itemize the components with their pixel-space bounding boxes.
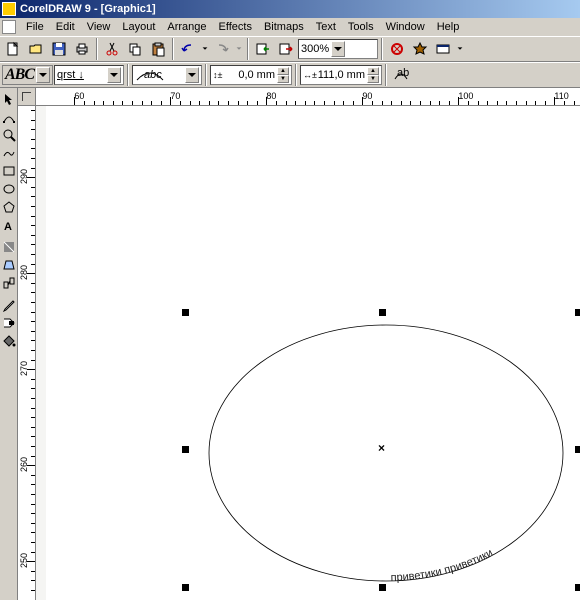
selection-handle[interactable] xyxy=(575,309,580,316)
ruler-area: 60708090100110 1902002102202302402502602… xyxy=(18,88,580,600)
distance-value[interactable]: 111,0 mm xyxy=(317,69,367,81)
app-launcher-button[interactable] xyxy=(432,38,454,60)
scene-svg: приветики приветики xyxy=(36,106,580,600)
text-tool[interactable]: A xyxy=(1,217,17,233)
preset-list-arrow[interactable] xyxy=(107,67,121,83)
corel-online-button[interactable] xyxy=(386,38,408,60)
menu-tools[interactable]: Tools xyxy=(342,19,380,35)
distance-up[interactable]: ▲ xyxy=(367,67,379,75)
document-icon[interactable] xyxy=(2,20,16,34)
outline-tool[interactable] xyxy=(1,315,17,331)
menu-effects[interactable]: Effects xyxy=(213,19,258,35)
zoom-dropdown-arrow[interactable] xyxy=(331,41,345,57)
pick-tool[interactable] xyxy=(1,91,17,107)
workspace: A 60708090100110 19020021022023024025026… xyxy=(0,88,580,600)
selection-handle[interactable] xyxy=(182,309,189,316)
copy-button[interactable] xyxy=(124,38,146,60)
distance-down[interactable]: ▼ xyxy=(367,75,379,83)
vertical-ruler[interactable]: 190200210220230240250260270280290 xyxy=(18,106,36,600)
zoom-tool[interactable] xyxy=(1,127,17,143)
svg-text:A: A xyxy=(4,221,12,232)
app-launcher-dropdown[interactable] xyxy=(455,38,465,60)
import-button[interactable] xyxy=(252,38,274,60)
center-marker[interactable]: × xyxy=(378,441,385,455)
path-style-combo[interactable]: abc xyxy=(132,65,202,85)
menu-window[interactable]: Window xyxy=(380,19,431,35)
interactive-fill-tool[interactable] xyxy=(1,239,17,255)
window-title: CorelDRAW 9 - [Graphic1] xyxy=(20,3,156,15)
menubar: File Edit View Layout Arrange Effects Bi… xyxy=(0,18,580,36)
selection-handle[interactable] xyxy=(575,584,580,591)
cut-button[interactable] xyxy=(101,38,123,60)
eyedropper-tool[interactable] xyxy=(1,297,17,313)
rectangle-tool[interactable] xyxy=(1,163,17,179)
redo-button[interactable] xyxy=(211,38,233,60)
preset-arrow[interactable] xyxy=(36,67,50,83)
export-button[interactable] xyxy=(275,38,297,60)
svg-text:ab: ab xyxy=(397,67,409,79)
undo-dropdown[interactable] xyxy=(200,38,210,60)
menu-help[interactable]: Help xyxy=(431,19,466,35)
zoom-combo[interactable]: 300% xyxy=(298,39,378,59)
titlebar: CorelDRAW 9 - [Graphic1] xyxy=(0,0,580,18)
menu-view[interactable]: View xyxy=(81,19,117,35)
menu-text[interactable]: Text xyxy=(310,19,342,35)
offset-icon: ↕± xyxy=(213,70,227,80)
print-button[interactable] xyxy=(71,38,93,60)
fill-tool[interactable] xyxy=(1,333,17,349)
shape-tool[interactable] xyxy=(1,109,17,125)
distance-icon: ↔± xyxy=(303,70,317,80)
offset-up[interactable]: ▲ xyxy=(277,67,289,75)
undo-button[interactable] xyxy=(177,38,199,60)
distance-spinner[interactable]: ↔± 111,0 mm ▲▼ xyxy=(300,65,382,85)
menu-file[interactable]: File xyxy=(20,19,50,35)
canvas[interactable]: приветики приветики × xyxy=(36,106,580,600)
paste-button[interactable] xyxy=(147,38,169,60)
offset-down[interactable]: ▼ xyxy=(277,75,289,83)
interactive-blend-tool[interactable] xyxy=(1,275,17,291)
ellipse-path[interactable] xyxy=(209,325,563,581)
app-icon xyxy=(2,2,16,16)
standard-toolbar: 300% xyxy=(0,36,580,62)
new-button[interactable] xyxy=(2,38,24,60)
offset-spinner[interactable]: ↕± 0,0 mm ▲▼ xyxy=(210,65,292,85)
svg-text:abc: abc xyxy=(144,69,162,81)
polygon-tool[interactable] xyxy=(1,199,17,215)
ellipse-tool[interactable] xyxy=(1,181,17,197)
curved-text[interactable]: приветики приветики xyxy=(390,547,494,584)
redo-dropdown[interactable] xyxy=(234,38,244,60)
property-bar: ABC qrst ↓ abc ↕± 0,0 mm ▲▼ ↔± 111,0 mm … xyxy=(0,62,580,88)
freehand-tool[interactable] xyxy=(1,145,17,161)
save-button[interactable] xyxy=(48,38,70,60)
interactive-transparency-tool[interactable] xyxy=(1,257,17,273)
zoom-value: 300% xyxy=(301,43,329,55)
preset-list-combo[interactable]: qrst ↓ xyxy=(54,65,124,85)
ruler-origin[interactable] xyxy=(18,88,36,106)
selection-handle[interactable] xyxy=(379,584,386,591)
open-button[interactable] xyxy=(25,38,47,60)
selection-handle[interactable] xyxy=(182,584,189,591)
selection-handle[interactable] xyxy=(379,309,386,316)
text-preset-display[interactable]: ABC xyxy=(2,65,53,85)
selection-handle[interactable] xyxy=(182,446,189,453)
toolbox: A xyxy=(0,88,18,600)
selection-handle[interactable] xyxy=(575,446,580,453)
menu-arrange[interactable]: Arrange xyxy=(161,19,212,35)
horizontal-ruler[interactable]: 60708090100110 xyxy=(36,88,580,106)
menu-bitmaps[interactable]: Bitmaps xyxy=(258,19,310,35)
path-style-arrow[interactable] xyxy=(185,67,199,83)
menu-edit[interactable]: Edit xyxy=(50,19,81,35)
place-on-other-side-button[interactable]: ab xyxy=(390,64,412,86)
menu-layout[interactable]: Layout xyxy=(116,19,161,35)
offset-value[interactable]: 0,0 mm xyxy=(227,69,277,81)
graphics-community-button[interactable] xyxy=(409,38,431,60)
